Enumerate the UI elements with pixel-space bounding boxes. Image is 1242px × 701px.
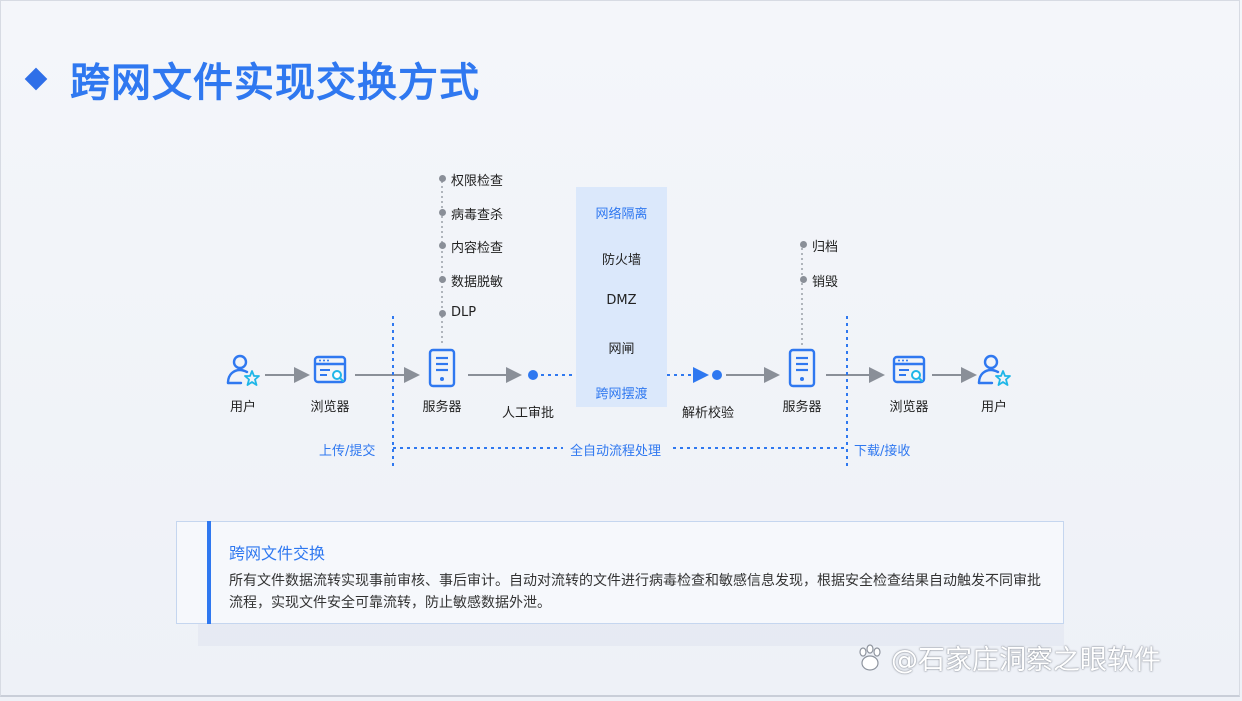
isolation-header: 网络隔离 [595, 207, 648, 222]
node-parse-verify: 解析校验 [668, 396, 748, 421]
node-label: 浏览器 [310, 400, 350, 415]
node-label: 浏览器 [889, 400, 929, 415]
watermark: @石家庄洞察之眼软件 [855, 638, 1161, 677]
isolation-item-dmz: DMZ [606, 293, 637, 308]
node-label: 用户 [980, 400, 1007, 415]
post-action-item: 归档 [799, 236, 838, 255]
check-item: 内容检查 [438, 237, 503, 256]
isolation-footer: 跨网摆渡 [595, 387, 648, 402]
browser-search-icon [313, 355, 347, 384]
check-item: 病毒查杀 [438, 204, 503, 223]
post-action-item: 销毁 [799, 271, 838, 290]
isolation-item-firewall: 防火墙 [601, 253, 641, 268]
phase-upload-label: 上传/提交 [319, 444, 376, 459]
user-icon [226, 354, 260, 386]
check-item: 权限检查 [438, 170, 503, 189]
node-user-left: 用户 [203, 352, 283, 415]
browser-search-icon [892, 355, 926, 384]
card-body: 所有文件数据流转实现事前审核、事后审计。自动对流转的文件进行病毒检查和敏感信息发… [229, 573, 1041, 611]
phase-download-label: 下载/接收 [854, 444, 911, 459]
node-manual-review: 人工审批 [488, 396, 568, 421]
node-user-right: 用户 [954, 352, 1034, 415]
isolation-item-gatekeeper: 网闸 [608, 342, 635, 357]
watermark-text: @石家庄洞察之眼软件 [891, 645, 1161, 676]
card-accent-bar [207, 521, 211, 624]
node-browser-right: 浏览器 [869, 352, 949, 415]
node-server-right: 服务器 [762, 348, 842, 415]
check-item: DLP [438, 305, 477, 320]
node-label: 用户 [229, 400, 256, 415]
node-label: 服务器 [782, 400, 822, 415]
network-isolation-zone: 网络隔离 防火墙 DMZ 网闸 跨网摆渡 [576, 187, 667, 407]
node-browser-left: 浏览器 [290, 352, 370, 415]
node-server-left: 服务器 [402, 348, 482, 415]
description-card: 跨网文件交换 所有文件数据流转实现事前审核、事后审计。自动对流转的文件进行病毒检… [176, 521, 1064, 624]
node-label: 人工审批 [501, 406, 554, 421]
phase-auto-label: 全自动流程处理 [570, 444, 662, 459]
server-icon [428, 348, 456, 388]
check-item: 数据脱敏 [438, 271, 503, 290]
node-label: 服务器 [422, 400, 462, 415]
paw-logo-icon [859, 643, 881, 671]
card-title: 跨网文件交换 [229, 544, 326, 563]
verify-dot [712, 370, 722, 380]
server-icon [788, 348, 816, 388]
review-dot [528, 370, 538, 380]
node-label: 解析校验 [681, 406, 734, 421]
user-icon [977, 354, 1011, 386]
